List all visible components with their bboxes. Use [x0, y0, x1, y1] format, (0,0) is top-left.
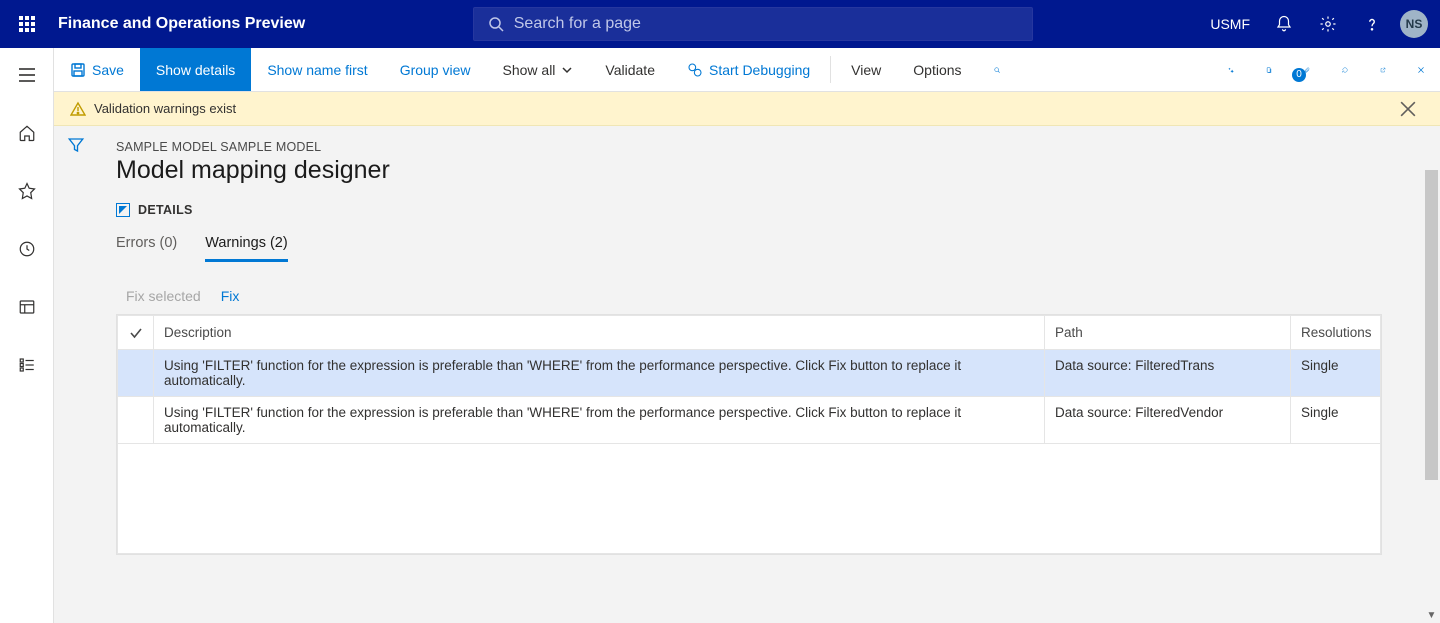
tab-warnings[interactable]: Warnings (2) [205, 235, 287, 262]
show-name-first-button[interactable]: Show name first [251, 48, 383, 91]
grid-row[interactable]: Using 'FILTER' function for the expressi… [118, 397, 1381, 444]
modules-icon [18, 356, 36, 374]
page-icon [1266, 62, 1272, 78]
breadcrumb: SAMPLE MODEL SAMPLE MODEL [116, 140, 1422, 154]
details-section-toggle[interactable] [116, 203, 130, 217]
bell-icon [1275, 15, 1293, 33]
clock-icon [18, 240, 36, 258]
attachments-badge: 0 [1292, 68, 1306, 82]
close-page-button[interactable] [1402, 63, 1440, 77]
show-all-dropdown[interactable]: Show all [487, 48, 590, 91]
user-avatar[interactable]: NS [1400, 10, 1428, 38]
grid-row[interactable]: Using 'FILTER' function for the expressi… [118, 350, 1381, 397]
brand-title: Finance and Operations Preview [54, 15, 305, 33]
view-menu[interactable]: View [835, 48, 897, 91]
scrollbar-thumb[interactable] [1425, 170, 1438, 480]
validate-button[interactable]: Validate [589, 48, 671, 91]
details-section-label: DETAILS [138, 203, 193, 217]
gear-icon [1319, 15, 1337, 33]
column-header-description[interactable]: Description [154, 316, 1045, 350]
scrollbar-down-arrow[interactable]: ▼ [1423, 607, 1440, 623]
show-details-button[interactable]: Show details [140, 48, 251, 91]
question-icon [1363, 15, 1381, 33]
waffle-icon [19, 16, 35, 32]
debug-settings-icon [687, 62, 703, 78]
validation-warning-text: Validation warnings exist [94, 101, 236, 116]
refresh-icon [1342, 62, 1348, 78]
save-button[interactable]: Save [54, 48, 140, 91]
app-launcher-button[interactable] [0, 16, 54, 32]
cell-description: Using 'FILTER' function for the expressi… [154, 397, 1045, 444]
cell-description: Using 'FILTER' function for the expressi… [154, 350, 1045, 397]
cell-resolutions: Single [1291, 350, 1381, 397]
refresh-button[interactable] [1326, 62, 1364, 78]
settings-button[interactable] [1308, 0, 1348, 48]
start-debugging-button[interactable]: Start Debugging [671, 48, 826, 91]
nav-recent-button[interactable] [0, 234, 54, 264]
nav-modules-button[interactable] [0, 350, 54, 380]
help-button[interactable] [1352, 0, 1392, 48]
grid-row-selector[interactable] [118, 397, 154, 444]
warning-bar-close-button[interactable] [1400, 101, 1424, 117]
search-placeholder: Search for a page [514, 15, 641, 33]
fix-button[interactable]: Fix [221, 288, 240, 304]
group-view-button[interactable]: Group view [384, 48, 487, 91]
search-icon [994, 62, 1000, 78]
notifications-button[interactable] [1264, 0, 1304, 48]
popout-button[interactable] [1364, 62, 1402, 78]
grid-row-selector[interactable] [118, 350, 154, 397]
options-menu[interactable]: Options [897, 48, 977, 91]
find-button[interactable] [978, 48, 1016, 91]
hamburger-icon [18, 68, 36, 82]
star-icon [18, 182, 36, 200]
fix-selected-button: Fix selected [126, 288, 201, 304]
page-options-button[interactable] [1250, 62, 1288, 78]
grid-select-all[interactable] [118, 316, 154, 350]
nav-favorites-button[interactable] [0, 176, 54, 206]
personalize-button[interactable] [1212, 62, 1250, 78]
validation-warning-bar: Validation warnings exist [54, 92, 1440, 126]
cell-path: Data source: FilteredTrans [1045, 350, 1291, 397]
search-icon [488, 16, 504, 32]
close-icon [1418, 63, 1424, 77]
company-picker[interactable]: USMF [1200, 16, 1260, 32]
close-icon [1400, 101, 1416, 117]
popout-icon [1380, 62, 1386, 78]
cell-resolutions: Single [1291, 397, 1381, 444]
chevron-down-icon [561, 64, 573, 76]
attachments-button[interactable]: 0 [1288, 62, 1326, 78]
page-scrollbar[interactable]: ▼ [1423, 170, 1440, 623]
save-icon [70, 62, 86, 78]
cell-path: Data source: FilteredVendor [1045, 397, 1291, 444]
sparkle-icon [1228, 62, 1234, 78]
nav-expand-button[interactable] [0, 60, 54, 90]
tab-errors[interactable]: Errors (0) [116, 235, 177, 262]
filter-pane-button[interactable] [67, 136, 85, 623]
nav-workspaces-button[interactable] [0, 292, 54, 322]
warnings-grid: Description Path Resolutions Using 'FILT… [116, 314, 1382, 555]
page-title: Model mapping designer [116, 156, 1422, 185]
checkmark-icon [128, 325, 144, 341]
global-search-input[interactable]: Search for a page [473, 7, 1033, 41]
home-icon [18, 124, 36, 142]
nav-home-button[interactable] [0, 118, 54, 148]
workspace-icon [18, 298, 36, 316]
warning-icon [70, 101, 86, 117]
funnel-icon [67, 136, 85, 154]
column-header-resolutions[interactable]: Resolutions [1291, 316, 1381, 350]
column-header-path[interactable]: Path [1045, 316, 1291, 350]
